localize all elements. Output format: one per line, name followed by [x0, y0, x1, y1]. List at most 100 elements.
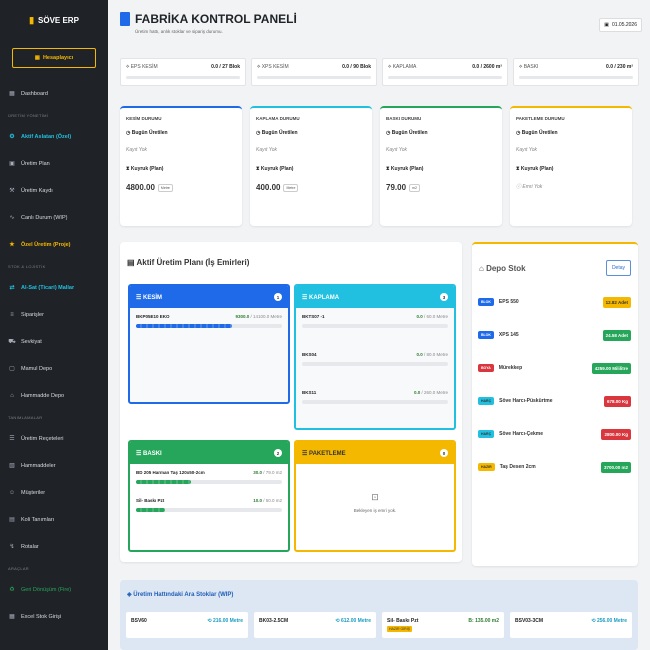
- sidebar-item[interactable]: ⚒ Üretim Kaydı: [0, 177, 108, 204]
- wip-card[interactable]: Sil- Baskı Pzt HAZIR GİRİŞ B: 135.00 m2: [382, 612, 504, 638]
- today-note: Kayıt Yok: [386, 147, 408, 153]
- stock-item[interactable]: BOYA Mürekkep 4259.00 Mililitre: [478, 358, 631, 378]
- sidebar-nav: ▦ Dashboard ÜRETİM YÖNETİMİ ⚙ Aktif Aslatan …: [0, 80, 108, 630]
- sidebar-item[interactable]: ▢ Mamul Depo: [0, 355, 108, 382]
- recipe-icon: ☰: [9, 436, 15, 442]
- page-header: FABRİKA KONTROL PANELİ Üretim hattı, anl…: [120, 12, 297, 34]
- stock-qty: 2800.00 Kg: [601, 428, 631, 440]
- job-name: BKS11: [302, 390, 317, 395]
- queue-value: 79.00: [386, 183, 407, 192]
- sidebar-item[interactable]: ▤ Koli Tanımları: [0, 506, 108, 533]
- sidebar-item[interactable]: ▦ Excel Stok Girişi: [0, 603, 108, 630]
- job-progress-fill: [136, 480, 192, 484]
- sidebar-section: STOK & LOJİSTİK: [8, 263, 46, 269]
- job-progress-bar: [136, 324, 282, 328]
- list-icon: ☰: [302, 294, 310, 301]
- wip-card[interactable]: BSV03-3CM ⟲ 256.00 Metre: [510, 612, 632, 638]
- stat-value: 0.0 / 2600 m²: [472, 64, 502, 70]
- stock-tag: BLOK: [478, 298, 494, 306]
- stock-name: Mürekkep: [498, 365, 523, 371]
- stock-item[interactable]: HARÇ Söve Harcı-Çekme 2800.00 Kg: [478, 424, 631, 444]
- job-item[interactable]: Sil- Baskı Pzt 10.0 / 50.0 m2: [130, 492, 288, 520]
- process-card: BASKI DURUMU ◷ Bugün Üretilen Kayıt Yok …: [380, 106, 502, 226]
- job-name: BKS04: [302, 352, 317, 357]
- process-card: KESİM DURUMU ◷ Bugün Üretilen Kayıt Yok …: [120, 106, 242, 226]
- stock-name: Taş Desen 2cm: [499, 464, 536, 470]
- app-logo[interactable]: ▮ SÖVE ERP: [0, 0, 108, 40]
- stage-name: KESİM: [143, 294, 163, 301]
- sidebar-item[interactable]: ▧ Hammaddeler: [0, 452, 108, 479]
- stat-value: 0.0 / 27 Blok: [211, 64, 240, 70]
- sidebar-item-label: Geri Dönüşüm (Fire): [21, 586, 72, 593]
- stage-column: ☰ PAKETLEME 0 ⊡ Bekleyen iş emri yok.: [294, 440, 456, 552]
- order-icon: ≡: [10, 311, 14, 318]
- stat-card: ⟡ XPS KESİM 0.0 / 90 Blok: [251, 58, 377, 86]
- empty-state: ⊡ Bekleyen iş emri yok.: [296, 464, 454, 513]
- sidebar-item[interactable]: ☰ Üretim Reçeteleri: [0, 425, 108, 452]
- today-label: ◷ Bugün Üretilen: [516, 130, 558, 136]
- job-item[interactable]: BD 205 Harman Taş 120x50-2cm 30.0 / 79.0 …: [130, 464, 288, 492]
- stage-count: 0: [440, 449, 448, 457]
- job-total: / 260.0 Metre: [421, 390, 448, 395]
- date-display[interactable]: ▣ 01.05.2026: [599, 18, 642, 32]
- stage-count: 1: [274, 293, 282, 301]
- sidebar-item[interactable]: ▦ Dashboard: [0, 80, 108, 107]
- job-total: / 50.0 m2: [263, 498, 282, 503]
- list-icon: ☰: [302, 450, 310, 457]
- sidebar-item-label: Canlı Durum (WIP): [21, 214, 68, 221]
- job-item[interactable]: BKS11 0.0 / 260.0 Metre: [296, 384, 454, 422]
- sidebar-item-label: Aktif Aslatan (Özel): [21, 133, 72, 140]
- stock-item[interactable]: BLOK EPS 550 12.82 Adet: [478, 292, 631, 312]
- wip-card[interactable]: BSV60 ⟲ 216.00 Metre: [126, 612, 248, 638]
- stat-progress-bar: [519, 76, 633, 79]
- stock-qty: 3700.00 m2: [600, 461, 631, 473]
- wip-card[interactable]: BK03-2.5CM ⟲ 612.00 Metre: [254, 612, 376, 638]
- sidebar-item[interactable]: ★ Özel Üretim (Proje): [0, 231, 108, 258]
- sidebar-item[interactable]: ⌂ Hammadde Depo: [0, 382, 108, 409]
- sidebar-item-label: Hammaddeler: [21, 462, 56, 469]
- job-item[interactable]: BKP05E10 EKO 9300.0 / 14100.0 Metre: [130, 308, 288, 336]
- today-label: ◷ Bugün Üretilen: [386, 130, 428, 136]
- sidebar-item[interactable]: ☺ Müşteriler: [0, 479, 108, 506]
- sidebar-item[interactable]: ▣ Üretim Plan: [0, 150, 108, 177]
- job-done: 10.0: [253, 498, 262, 503]
- queue-unit: m2: [409, 183, 420, 192]
- stock-item[interactable]: HARÇ Söve Harcı-Püskürtme 678.00 Kg: [478, 391, 631, 411]
- sidebar-item[interactable]: ♻ Geri Dönüşüm (Fire): [0, 576, 108, 603]
- wip-badge: HAZIR GİRİŞ: [387, 626, 413, 632]
- sidebar-item[interactable]: ⛟ Sevkiyat: [0, 328, 108, 355]
- job-progress-fill: [136, 324, 233, 328]
- page-subtitle: Üretim hattı, anlık stoklar ve sipariş d…: [135, 29, 223, 34]
- wip-name: BK03-2.5CM: [259, 618, 289, 624]
- stock-item[interactable]: HAZIR Taş Desen 2cm 3700.00 m2: [478, 457, 631, 477]
- calendar-icon: ▣: [604, 22, 609, 28]
- stock-name: EPS 550: [498, 299, 519, 305]
- sidebar-item[interactable]: ∿ Canlı Durum (WIP): [0, 204, 108, 231]
- calculator-icon: ▦: [34, 55, 40, 61]
- list-icon: ☰: [136, 450, 144, 457]
- job-name: BKTS07 -1: [302, 314, 325, 319]
- sidebar-item-label: Dashboard: [21, 90, 48, 97]
- warehouse-icon: ⌂: [10, 392, 14, 399]
- job-item[interactable]: BKTS07 -1 0.0 / 60.0 Metre: [296, 308, 454, 346]
- process-title: KESİM DURUMU: [126, 116, 162, 121]
- stock-item[interactable]: BLOK XPS 145 24.58 Adet: [478, 325, 631, 345]
- sidebar-item[interactable]: ⚙ Aktif Aslatan (Özel): [0, 123, 108, 150]
- date-text: 01.05.2026: [611, 22, 637, 28]
- stage-header: ☰ PAKETLEME 0: [296, 442, 454, 464]
- account-button[interactable]: ▦ Hesaplayıcı: [12, 48, 96, 68]
- job-total: / 14100.0 Metre: [250, 314, 282, 319]
- sidebar-item-label: Özel Üretim (Proje): [21, 241, 71, 248]
- job-item[interactable]: BKS04 0.0 / 80.0 Metre: [296, 346, 454, 384]
- stock-tag: BLOK: [478, 331, 494, 339]
- sidebar-item[interactable]: ↯ Rotalar: [0, 533, 108, 560]
- job-name: BD 205 Harman Taş 120x50-2cm: [136, 470, 205, 475]
- stat-card: ⟡ EPS KESİM 0.0 / 27 Blok: [120, 58, 246, 86]
- job-progress-bar: [136, 508, 282, 512]
- sidebar-item[interactable]: ≡ Siparişler: [0, 301, 108, 328]
- depot-detail-button[interactable]: Detay: [605, 260, 631, 276]
- truck-icon: ⛟: [8, 338, 16, 345]
- sidebar-item[interactable]: ⇄ Al-Sat (Ticari) Mallar: [0, 274, 108, 301]
- wip-name: BSV60: [131, 618, 147, 624]
- star-icon: ★: [9, 242, 15, 248]
